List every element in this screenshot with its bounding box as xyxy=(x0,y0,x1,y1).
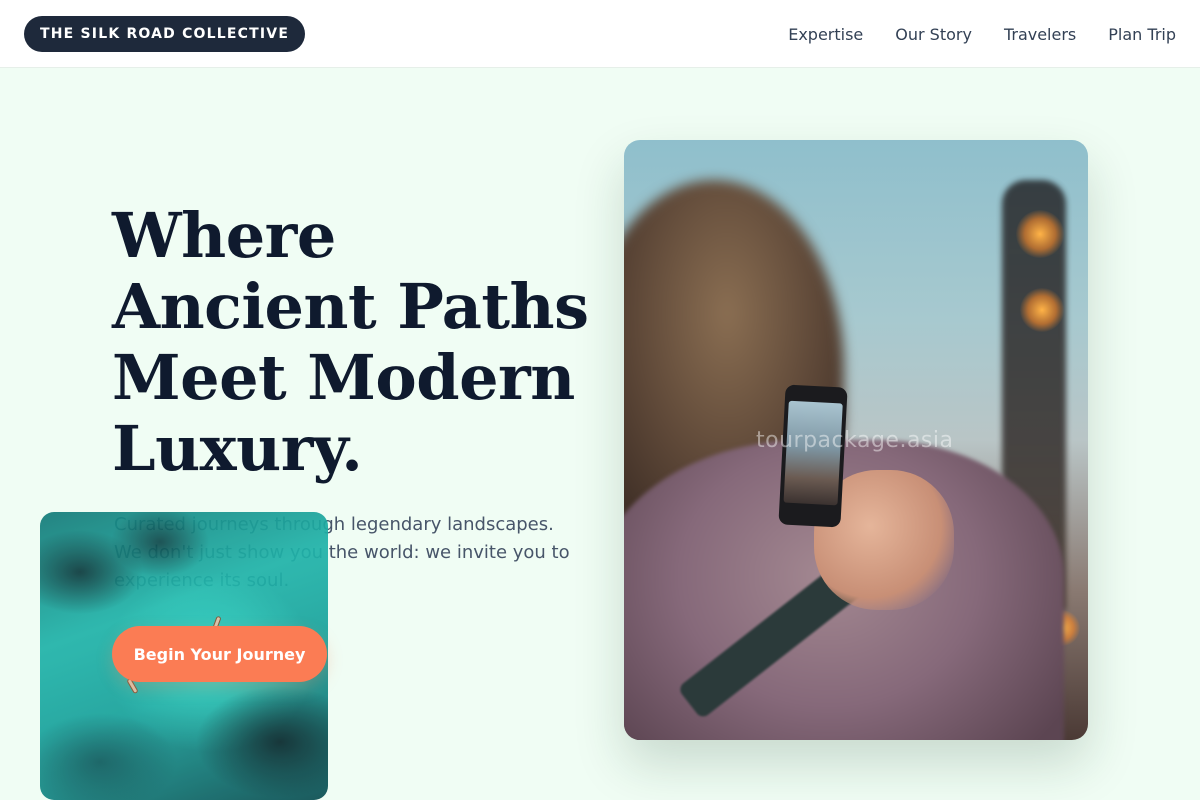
landing-page: THE SILK ROAD COLLECTIVE Expertise Our S… xyxy=(0,0,1200,800)
nav-item-travelers[interactable]: Travelers xyxy=(1004,25,1076,44)
nav-item-our-story[interactable]: Our Story xyxy=(895,25,972,44)
photo-watermark: tourpackage.asia xyxy=(756,428,954,453)
begin-journey-button[interactable]: Begin Your Journey xyxy=(112,626,327,682)
site-header: THE SILK ROAD COLLECTIVE Expertise Our S… xyxy=(0,0,1200,68)
headline-line: Meet Modern xyxy=(112,341,575,414)
headline-line: Luxury. xyxy=(112,412,363,485)
headline-line: Ancient Paths xyxy=(112,270,589,343)
phone-screen xyxy=(783,400,843,506)
traveler-photo: tourpackage.asia xyxy=(624,140,1088,740)
tower-light xyxy=(1016,210,1064,258)
headline-line: Where xyxy=(112,199,336,272)
brand-logo[interactable]: THE SILK ROAD COLLECTIVE xyxy=(24,16,306,52)
smartphone-shape xyxy=(778,384,848,528)
main-nav: Expertise Our Story Travelers Plan Trip xyxy=(788,0,1176,68)
nav-item-expertise[interactable]: Expertise xyxy=(788,25,863,44)
hero-headline: Where Ancient Paths Meet Modern Luxury. xyxy=(112,200,612,484)
tower-light xyxy=(1020,288,1064,332)
nav-item-plan-trip[interactable]: Plan Trip xyxy=(1108,25,1176,44)
